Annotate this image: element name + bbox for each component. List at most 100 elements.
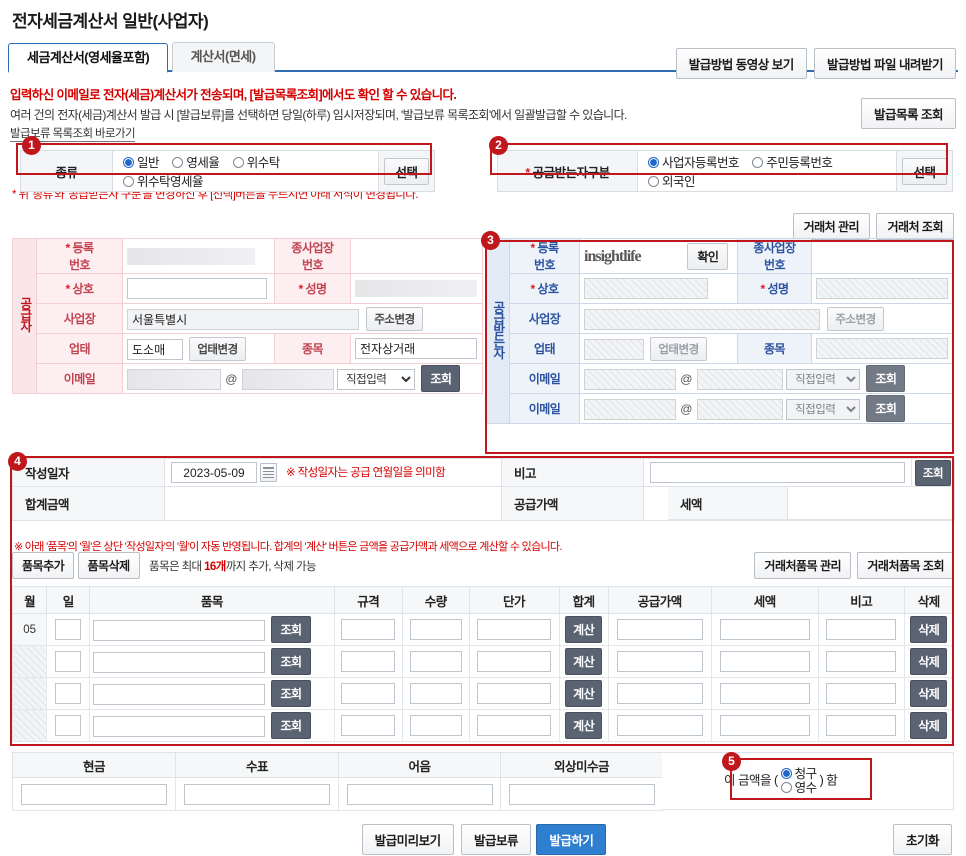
supplier-sub-biz-cell[interactable] — [350, 238, 483, 274]
type-select-button[interactable]: 선택 — [384, 157, 429, 185]
supplier-biz-type-change-button[interactable]: 업태변경 — [189, 336, 246, 361]
receiver-email1-domain-input[interactable] — [696, 369, 783, 391]
tax-amount-value[interactable] — [788, 487, 953, 519]
type-option-consign-zero[interactable]: 위수탁영세율 — [123, 171, 204, 190]
vendor-lookup-button[interactable]: 거래처 조회 — [876, 213, 954, 240]
issue-list-lookup-button[interactable]: 발급목록 조회 — [861, 98, 956, 129]
row0-price-input[interactable] — [477, 619, 552, 640]
row1-calc-button[interactable]: 계산 — [565, 648, 603, 675]
receiver-type-option-biz[interactable]: 사업자등록번호 — [648, 152, 740, 171]
write-date-input[interactable] — [171, 462, 257, 483]
issue-hold-button[interactable]: 발급보류 — [460, 824, 531, 855]
row0-qty-input[interactable] — [409, 619, 462, 640]
row2-tax-input[interactable] — [719, 683, 810, 704]
row1-day-input[interactable] — [55, 651, 82, 672]
row2-supply-input[interactable] — [616, 683, 703, 704]
type-option-consign[interactable]: 위수탁 — [232, 152, 280, 171]
issue-method-video-button[interactable]: 발급방법 동영상 보기 — [675, 48, 807, 79]
row3-supply-input[interactable] — [616, 715, 703, 736]
receiver-company-input[interactable] — [584, 278, 708, 299]
row3-calc-button[interactable]: 계산 — [565, 712, 603, 739]
row0-spec-input[interactable] — [341, 619, 396, 640]
row1-remark-input[interactable] — [826, 651, 897, 672]
item-delete-button[interactable]: 품목삭제 — [77, 552, 140, 579]
receiver-item-input[interactable] — [816, 338, 948, 359]
row2-lookup-button[interactable]: 조회 — [271, 680, 311, 707]
receiver-address-input[interactable] — [584, 308, 820, 330]
supplier-address-input[interactable] — [127, 308, 359, 330]
supplier-reg-no-cell[interactable] — [122, 238, 275, 274]
receiver-email1-local-input[interactable] — [584, 369, 676, 391]
row2-price-input[interactable] — [477, 683, 552, 704]
receiver-type-option-foreigner[interactable]: 외국인 — [648, 171, 696, 190]
row3-delete-button[interactable]: 삭제 — [910, 712, 948, 739]
supplier-biz-type-input[interactable] — [127, 338, 183, 360]
row1-name-input[interactable] — [93, 652, 266, 674]
row3-name-input[interactable] — [93, 716, 266, 738]
remark-lookup-button[interactable]: 조회 — [914, 459, 952, 486]
tab-invoice-exempt[interactable]: 계산서(면세) — [171, 42, 275, 72]
payment-note-input[interactable] — [346, 783, 493, 805]
total-amount-value[interactable] — [164, 486, 502, 521]
receiver-biz-type-input[interactable] — [584, 338, 644, 360]
row0-day-input[interactable] — [55, 619, 82, 640]
row0-lookup-button[interactable]: 조회 — [271, 616, 311, 643]
row0-supply-input[interactable] — [616, 619, 703, 640]
claim-option-receipt[interactable]: 영수 — [780, 781, 817, 795]
vendor-item-manage-button[interactable]: 거래처품목 관리 — [754, 552, 852, 579]
tab-tax-invoice[interactable]: 세금계산서(영세율포함) — [8, 43, 169, 73]
item-add-button[interactable]: 품목추가 — [12, 552, 75, 579]
row0-calc-button[interactable]: 계산 — [565, 616, 603, 643]
row1-lookup-button[interactable]: 조회 — [271, 648, 311, 675]
claim-option-claim[interactable]: 청구 — [780, 767, 817, 781]
type-option-zero-rate[interactable]: 영세율 — [172, 152, 220, 171]
row0-name-input[interactable] — [93, 620, 266, 642]
row3-spec-input[interactable] — [341, 715, 396, 736]
receiver-sub-biz-cell[interactable] — [811, 238, 954, 274]
receiver-type-option-resident[interactable]: 주민등록번호 — [752, 152, 833, 171]
row3-day-input[interactable] — [55, 715, 82, 736]
row1-tax-input[interactable] — [719, 651, 810, 672]
row2-name-input[interactable] — [93, 684, 266, 706]
issue-method-file-button[interactable]: 발급방법 파일 내려받기 — [814, 48, 956, 79]
row3-price-input[interactable] — [477, 715, 552, 736]
supplier-email-domain-masked[interactable] — [241, 369, 334, 391]
supplier-company-input[interactable] — [127, 278, 267, 299]
row1-supply-input[interactable] — [616, 651, 703, 672]
row2-remark-input[interactable] — [826, 683, 897, 704]
row3-lookup-button[interactable]: 조회 — [271, 712, 311, 739]
receiver-email1-lookup-button[interactable]: 조회 — [866, 365, 906, 392]
supplier-item-input[interactable] — [355, 338, 477, 359]
receiver-confirm-button[interactable]: 확인 — [687, 242, 729, 270]
receiver-name-input[interactable] — [816, 278, 948, 299]
row0-remark-input[interactable] — [826, 619, 897, 640]
receiver-email2-domain-select[interactable]: 직접입력 — [786, 399, 861, 421]
row2-qty-input[interactable] — [409, 683, 462, 704]
row1-spec-input[interactable] — [341, 651, 396, 672]
type-option-general[interactable]: 일반 — [123, 152, 160, 171]
supplier-email-local-masked[interactable] — [127, 369, 221, 391]
remark-input[interactable] — [650, 462, 905, 483]
row2-spec-input[interactable] — [341, 683, 396, 704]
issue-preview-button[interactable]: 발급미리보기 — [361, 824, 454, 855]
row0-delete-button[interactable]: 삭제 — [910, 616, 948, 643]
row2-day-input[interactable] — [55, 683, 82, 704]
row3-qty-input[interactable] — [409, 715, 462, 736]
row1-price-input[interactable] — [477, 651, 552, 672]
row3-remark-input[interactable] — [826, 715, 897, 736]
vendor-item-lookup-button[interactable]: 거래처품목 조회 — [857, 552, 954, 579]
receiver-email2-local-input[interactable] — [584, 399, 676, 421]
row3-tax-input[interactable] — [719, 715, 810, 736]
supplier-name-cell[interactable] — [350, 273, 483, 304]
payment-credit-input[interactable] — [508, 783, 655, 805]
issue-button[interactable]: 발급하기 — [536, 824, 607, 855]
reset-button[interactable]: 초기화 — [892, 824, 952, 855]
payment-check-input[interactable] — [184, 783, 330, 805]
receiver-address-change-button[interactable]: 주소변경 — [827, 306, 884, 331]
row0-tax-input[interactable] — [719, 619, 810, 640]
supplier-email-lookup-button[interactable]: 조회 — [421, 365, 461, 392]
receiver-biz-type-change-button[interactable]: 업태변경 — [650, 336, 707, 361]
payment-cash-input[interactable] — [21, 783, 167, 805]
receiver-email1-domain-select[interactable]: 직접입력 — [786, 369, 861, 391]
receiver-email2-lookup-button[interactable]: 조회 — [866, 395, 906, 422]
